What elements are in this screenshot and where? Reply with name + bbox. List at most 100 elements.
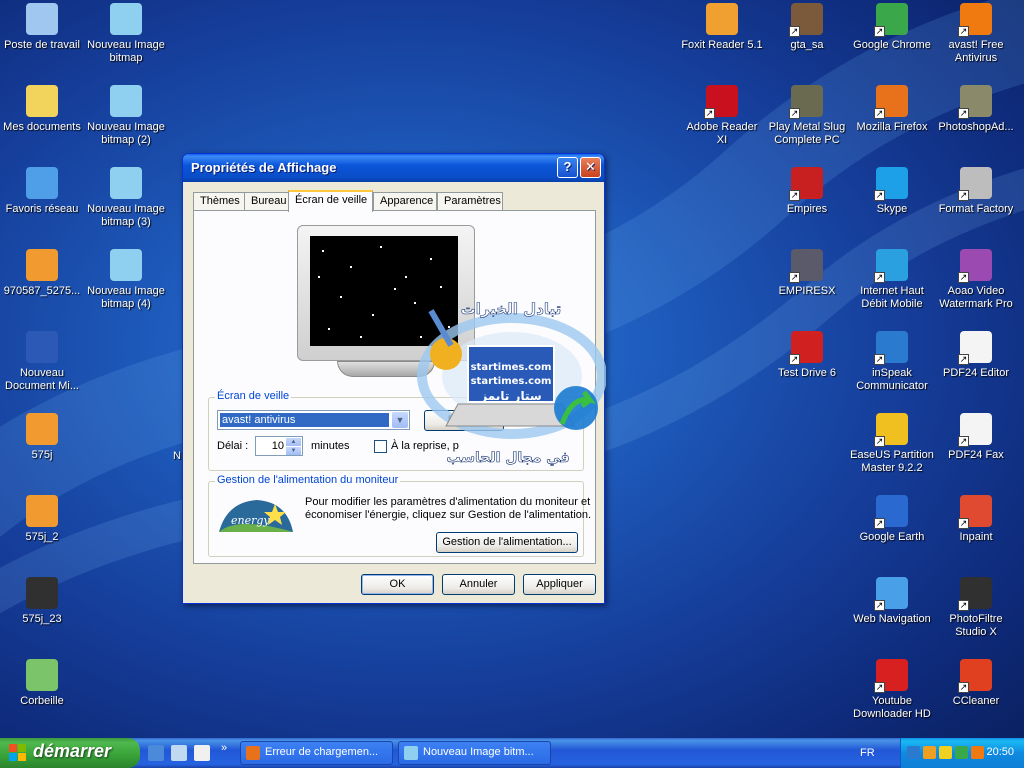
desktop-icon[interactable]: ↗ Internet Haut Débit Mobile xyxy=(850,249,934,311)
desktop-icon[interactable]: 575j xyxy=(0,413,84,462)
ok-button[interactable]: OK xyxy=(361,574,434,595)
tab-settings[interactable]: Paramètres xyxy=(437,192,503,211)
screensaver-group-legend: Écran de veille xyxy=(215,390,292,402)
spin-up-icon[interactable]: ▲ xyxy=(286,438,301,446)
close-button[interactable]: ✕ xyxy=(580,157,601,178)
desktop-icon[interactable]: 575j_2 xyxy=(0,495,84,544)
desktop-icon[interactable]: ↗ Aoao Video Watermark Pro xyxy=(934,249,1018,311)
desktop-icon-label: Empires xyxy=(786,203,828,215)
desktop-icon[interactable]: ↗ CCleaner xyxy=(934,659,1018,708)
desktop-icon[interactable]: ↗ Test Drive 6 xyxy=(765,331,849,380)
dialog-titlebar[interactable]: Propriétés de Affichage ? ✕ xyxy=(183,154,604,182)
desktop-icon[interactable]: ↗ PDF24 Editor xyxy=(934,331,1018,380)
internet-explorer-quicklaunch-icon[interactable] xyxy=(148,745,164,761)
document-quicklaunch-icon[interactable] xyxy=(194,745,210,761)
pdf24-sheep-icon: ↗ xyxy=(958,331,992,365)
start-button[interactable]: démarrer xyxy=(0,738,140,768)
tab-themes[interactable]: Thèmes xyxy=(193,192,245,211)
desktop-icon[interactable]: ↗ inSpeak Communicator xyxy=(850,331,934,393)
power-description-line2: économiser l'énergie, cliquez sur Gestio… xyxy=(305,509,592,521)
desktop-icon[interactable]: ↗ Inpaint xyxy=(934,495,1018,544)
pdf24-sheep-icon: ↗ xyxy=(958,413,992,447)
task-paint-label: Nouveau Image bitm... xyxy=(423,746,534,758)
desktop-icon[interactable]: 575j_23 xyxy=(0,577,84,626)
desktop-icon[interactable]: Favoris réseau xyxy=(0,167,84,216)
paint-bitmap-icon xyxy=(110,167,142,199)
desktop-icon[interactable]: ↗ PhotoFiltre Studio X xyxy=(934,577,1018,639)
desktop-icon[interactable]: ↗ Youtube Downloader HD xyxy=(850,659,934,721)
paint-bitmap-icon xyxy=(110,85,142,117)
tab-appearance[interactable]: Apparence xyxy=(373,192,437,211)
desktop-icon[interactable]: Nouveau Image bitmap (4) xyxy=(84,249,168,311)
power-management-button[interactable]: Gestion de l'alimentation... xyxy=(436,532,578,553)
windows-logo-icon xyxy=(9,744,27,762)
desktop-icon-label: EMPIRESX xyxy=(778,285,836,297)
help-button[interactable]: ? xyxy=(557,157,578,178)
desktop-icon-label: avast! Free Antivirus xyxy=(948,39,1004,64)
desktop-icon[interactable]: Nouveau Document Mi... xyxy=(0,331,84,393)
language-indicator[interactable]: FR xyxy=(860,747,875,759)
empiresx-icon: ↗ xyxy=(789,249,823,283)
start-label: démarrer xyxy=(33,741,112,761)
delay-spinner[interactable]: 10 ▲ ▼ xyxy=(255,436,303,456)
task-firefox[interactable]: Erreur de chargemen... xyxy=(240,741,393,765)
show-desktop-quicklaunch-icon[interactable] xyxy=(171,745,187,761)
desktop-icon[interactable]: Nouveau Image bitmap (3) xyxy=(84,167,168,229)
desktop-icon[interactable]: ↗ Web Navigation xyxy=(850,577,934,626)
desktop-icon[interactable]: ↗ Format Factory xyxy=(934,167,1018,216)
shortcut-arrow-icon: ↗ xyxy=(958,436,969,447)
desktop-icon[interactable]: ↗ avast! Free Antivirus xyxy=(934,3,1018,65)
quicklaunch-more-chevron-icon[interactable]: » xyxy=(221,742,227,754)
clock[interactable]: 20:50 xyxy=(986,746,1014,758)
desktop-icon[interactable]: Foxit Reader 5.1 xyxy=(680,3,764,52)
desktop-icon[interactable]: ↗ Adobe Reader XI xyxy=(680,85,764,147)
chevron-down-icon[interactable]: ▼ xyxy=(392,412,408,428)
tab-desktop[interactable]: Bureau xyxy=(244,192,289,211)
desktop-icon[interactable]: Nouveau Image bitmap xyxy=(84,3,168,65)
desktop-icon[interactable]: Poste de travail xyxy=(0,3,84,52)
desktop-icon[interactable]: ↗ EMPIRESX xyxy=(765,249,849,298)
svg-text:energy: energy xyxy=(231,514,270,527)
word-document-icon xyxy=(26,331,58,363)
shortcut-arrow-icon: ↗ xyxy=(958,190,969,201)
spin-down-icon[interactable]: ▼ xyxy=(286,447,301,455)
password-on-resume-checkbox[interactable] xyxy=(374,440,387,453)
cancel-button[interactable]: Annuler xyxy=(442,574,515,595)
desktop-icon[interactable]: ↗ Mozilla Firefox xyxy=(850,85,934,134)
desktop-icon[interactable]: ↗ gta_sa xyxy=(765,3,849,52)
tray-update-icon[interactable] xyxy=(971,746,984,759)
desktop-icon-label: Aoao Video Watermark Pro xyxy=(939,285,1013,310)
paint-bitmap-icon xyxy=(110,249,142,281)
shortcut-arrow-icon: ↗ xyxy=(874,436,885,447)
desktop-icon[interactable]: ↗ Google Earth xyxy=(850,495,934,544)
test-drive-icon: ↗ xyxy=(789,331,823,365)
desktop-icon[interactable]: Mes documents xyxy=(0,85,84,134)
apply-button[interactable]: Appliquer xyxy=(523,574,596,595)
pfi-file-icon xyxy=(26,577,58,609)
task-paint[interactable]: Nouveau Image bitm... xyxy=(398,741,551,765)
tray-avast-icon[interactable] xyxy=(923,746,936,759)
tray-network-icon[interactable] xyxy=(907,746,920,759)
shortcut-arrow-icon: ↗ xyxy=(789,26,800,37)
desktop-icon-label: inSpeak Communicator xyxy=(856,367,928,392)
desktop-icon[interactable]: ↗ PhotoshopAd... xyxy=(934,85,1018,134)
desktop-icon[interactable]: Corbeille xyxy=(0,659,84,708)
tray-folder-icon[interactable] xyxy=(939,746,952,759)
screensaver-select[interactable]: avast! antivirus ▼ xyxy=(217,410,410,430)
tab-screensaver[interactable]: Écran de veille xyxy=(288,190,373,212)
firefox-icon: ↗ xyxy=(874,85,908,119)
shortcut-arrow-icon: ↗ xyxy=(874,108,885,119)
shortcut-arrow-icon: ↗ xyxy=(874,26,885,37)
desktop-icon-label: PhotoFiltre Studio X xyxy=(949,613,1003,638)
desktop-icon[interactable]: 970587_5275... xyxy=(0,249,84,298)
tray-chrome-icon[interactable] xyxy=(955,746,968,759)
shortcut-arrow-icon: ↗ xyxy=(874,600,885,611)
desktop-icon[interactable]: ↗ Empires xyxy=(765,167,849,216)
desktop-icon[interactable]: ↗ Play Metal Slug Complete PC xyxy=(765,85,849,147)
desktop-icon[interactable]: Nouveau Image bitmap (2) xyxy=(84,85,168,147)
desktop-icon-label: Internet Haut Débit Mobile xyxy=(860,285,924,310)
desktop-icon[interactable]: ↗ Google Chrome xyxy=(850,3,934,52)
desktop-icon[interactable]: ↗ EaseUS Partition Master 9.2.2 xyxy=(850,413,934,475)
desktop-icon[interactable]: ↗ PDF24 Fax xyxy=(934,413,1018,462)
desktop-icon[interactable]: ↗ Skype xyxy=(850,167,934,216)
